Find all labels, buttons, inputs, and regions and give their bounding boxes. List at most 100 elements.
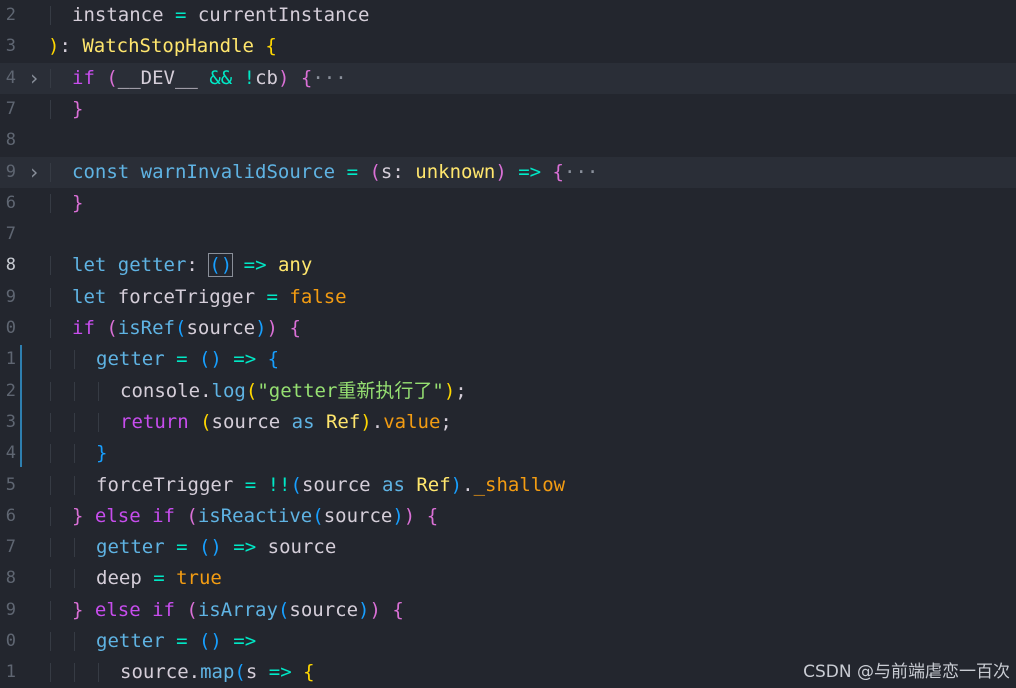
code-token: deep (96, 567, 142, 590)
code-content: if (__DEV__ && !cb) {··· (72, 63, 347, 94)
code-token: . (200, 379, 212, 402)
code-token: { (289, 317, 301, 339)
code-token: } (72, 97, 84, 120)
code-token: => (506, 160, 553, 183)
code-line[interactable]: 1 getter = () => { (0, 344, 1016, 375)
code-line[interactable]: 3 return (source as Ref).value; (0, 407, 1016, 438)
code-token: map (200, 661, 235, 684)
code-content: } (72, 94, 83, 125)
code-line[interactable]: 9 let forceTrigger = false (0, 282, 1016, 313)
code-token: Ref (325, 410, 361, 433)
code-token: unknown (415, 160, 496, 183)
indent-guide (50, 99, 51, 119)
code-token: source (120, 661, 189, 684)
code-token: ( (106, 317, 118, 339)
indent-guide (50, 6, 51, 25)
line-number: 7 (5, 537, 16, 558)
code-token: isRef (117, 317, 175, 339)
code-content: const warnInvalidSource = (s: unknown) =… (72, 157, 598, 188)
modified-lines-indicator[interactable] (20, 345, 22, 467)
code-token: } (72, 191, 84, 214)
code-token: ) (450, 473, 463, 496)
code-token: const (72, 160, 130, 183)
line-number: 9 (5, 599, 16, 620)
code-token: false (289, 285, 347, 308)
code-line[interactable]: 6} (0, 188, 1016, 219)
fold-chevron-icon[interactable]: › (27, 157, 41, 188)
code-line[interactable]: 8 (0, 125, 1016, 156)
code-line[interactable]: 7} (0, 94, 1016, 125)
indent-guide (74, 381, 75, 401)
code-line[interactable]: 8 deep = true (0, 563, 1016, 594)
indent-guide (50, 569, 51, 589)
code-token: { (303, 661, 315, 684)
indent-guide (50, 350, 51, 370)
code-line[interactable]: 5 forceTrigger = !!(source as Ref)._shall… (0, 470, 1016, 501)
code-token: { (300, 66, 313, 89)
code-token: forceTrigger (96, 473, 234, 496)
code-token: if (72, 66, 95, 89)
indent-guide (50, 287, 51, 307)
code-token: __DEV__ (117, 66, 198, 89)
code-token: = (164, 348, 199, 371)
code-line[interactable]: 0 if (isRef(source)) { (0, 313, 1016, 344)
code-editor[interactable]: 2 instance = currentInstance 3): WatchStop… (0, 0, 1016, 688)
code-line[interactable]: 9} else if (isArray(source)) { (0, 595, 1016, 626)
code-content: source.map(s => { (120, 657, 315, 688)
code-token: as (370, 473, 417, 496)
code-line[interactable]: 3): WatchStopHandle { (0, 31, 1016, 62)
code-token: getter (117, 254, 187, 277)
line-number: 2 (5, 5, 16, 25)
code-token: => (232, 254, 278, 277)
line-number: 4 (5, 443, 16, 464)
code-line[interactable]: 7 getter = () => source (0, 532, 1016, 563)
indent-guide (50, 663, 51, 683)
code-token: ( (312, 504, 324, 527)
code-token: => (257, 661, 304, 684)
indent-guide (74, 475, 75, 495)
code-token: { (392, 598, 404, 621)
code-token: getter (96, 630, 165, 652)
code-token: = (164, 536, 199, 559)
code-line[interactable]: 4} (0, 438, 1016, 469)
code-token: } (72, 598, 84, 621)
code-content: return (source as Ref).value; (120, 407, 452, 438)
code-token: = (141, 567, 177, 590)
code-line[interactable]: 4 › if (__DEV__ && !cb) {··· (0, 62, 1016, 94)
code-line[interactable]: 8 let getter: () => any (0, 250, 1016, 281)
indent-guide (74, 350, 75, 370)
code-content: } (96, 438, 107, 469)
code-token: => (221, 348, 268, 371)
code-token: = (255, 285, 290, 308)
code-token: let (72, 285, 107, 308)
code-token: ) (443, 379, 456, 402)
code-token: => (221, 536, 268, 559)
code-token: ( (186, 504, 198, 527)
code-line[interactable]: 9 › const warnInvalidSource = (s: unknown)… (0, 156, 1016, 188)
code-token: () (198, 348, 222, 371)
indent-guide (50, 68, 51, 88)
indent-guide (98, 412, 99, 432)
code-token: = (164, 630, 199, 652)
code-token: = (163, 4, 198, 26)
indent-guide (74, 569, 75, 589)
code-token: s (380, 160, 393, 183)
indent-guide (74, 632, 75, 651)
code-line[interactable]: 6} else if (isReactive(source)) { (0, 501, 1016, 532)
code-line[interactable]: 7 (0, 219, 1016, 250)
code-token: currentInstance (197, 4, 370, 26)
code-line[interactable]: 2 console.log("getter重新执行了"); (0, 376, 1016, 407)
code-token: getter (96, 348, 165, 371)
fold-chevron-icon[interactable]: › (27, 63, 41, 94)
indent-guide (50, 381, 51, 401)
code-line[interactable]: 0 getter = () => (0, 626, 1016, 657)
indent-guide (74, 663, 75, 683)
code-token: log (211, 379, 246, 402)
code-token: ( (290, 473, 302, 496)
indent-guide (50, 256, 51, 276)
code-token: . (371, 410, 384, 433)
code-content: } else if (isReactive(source)) { (72, 501, 438, 532)
code-line[interactable]: 2 instance = currentInstance (0, 0, 1016, 31)
